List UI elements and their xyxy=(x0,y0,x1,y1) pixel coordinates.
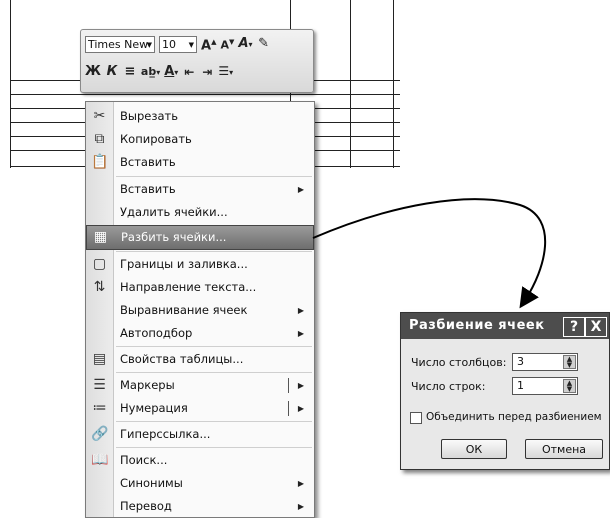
merge-label: Объединить перед разбиением xyxy=(426,411,602,423)
rows-label: Число строк: xyxy=(411,380,486,393)
spinner-arrows-icon[interactable]: ▲ ▼ xyxy=(563,355,576,369)
dialog-title: Разбиение ячеек xyxy=(409,318,545,333)
close-button[interactable]: X xyxy=(585,317,607,337)
help-button[interactable]: ? xyxy=(563,317,585,337)
rows-value: 1 xyxy=(517,379,524,392)
dialog-title-bar: Разбиение ячеек ? X xyxy=(401,313,609,339)
columns-spinner[interactable]: 3 ▲ ▼ xyxy=(512,353,578,371)
columns-label: Число столбцов: xyxy=(411,356,507,369)
rows-spinner[interactable]: 1 ▲ ▼ xyxy=(512,377,578,395)
ok-button[interactable]: ОК xyxy=(441,439,507,459)
cancel-button[interactable]: Отмена xyxy=(525,439,603,459)
merge-checkbox[interactable] xyxy=(410,412,422,424)
spinner-arrows-icon[interactable]: ▲ ▼ xyxy=(563,379,576,393)
columns-value: 3 xyxy=(517,355,524,368)
split-cells-dialog: Разбиение ячеек ? X Число столбцов: 3 ▲ ▼… xyxy=(400,312,610,470)
